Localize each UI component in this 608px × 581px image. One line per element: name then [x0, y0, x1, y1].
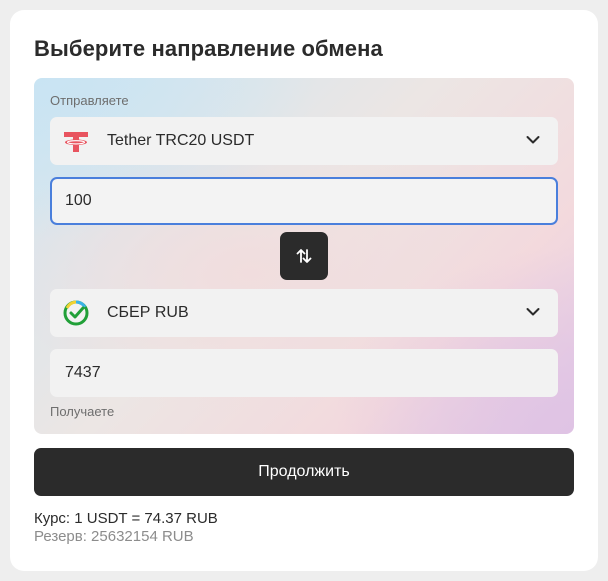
tether-icon	[64, 132, 88, 152]
send-currency-select[interactable]: Tether TRC20 USDT	[50, 117, 558, 165]
receive-amount-input[interactable]	[50, 349, 558, 397]
swap-arrows-icon	[296, 249, 312, 263]
page-title: Выберите направление обмена	[34, 36, 383, 61]
sber-icon	[63, 300, 89, 326]
swap-button[interactable]	[280, 232, 328, 280]
send-currency-name: Tether TRC20 USDT	[107, 132, 255, 149]
exchange-rate: Курс: 1 USDT = 74.37 RUB	[34, 510, 218, 527]
receive-currency-name: СБЕР RUB	[107, 304, 189, 321]
continue-button[interactable]: Продолжить	[34, 448, 574, 496]
exchange-card: Выберите направление обмена Отправляете …	[10, 10, 598, 571]
send-amount-input[interactable]	[50, 177, 558, 225]
chevron-down-icon	[526, 136, 540, 144]
chevron-down-icon	[526, 308, 540, 316]
receive-label: Получаете	[50, 404, 115, 419]
receive-currency-select[interactable]: СБЕР RUB	[50, 289, 558, 337]
reserve-amount: Резерв: 25632154 RUB	[34, 528, 194, 545]
exchange-panel: Отправляете Tether TRC20 USDT 100 СБЕР R…	[34, 78, 574, 434]
send-label: Отправляете	[50, 93, 129, 108]
